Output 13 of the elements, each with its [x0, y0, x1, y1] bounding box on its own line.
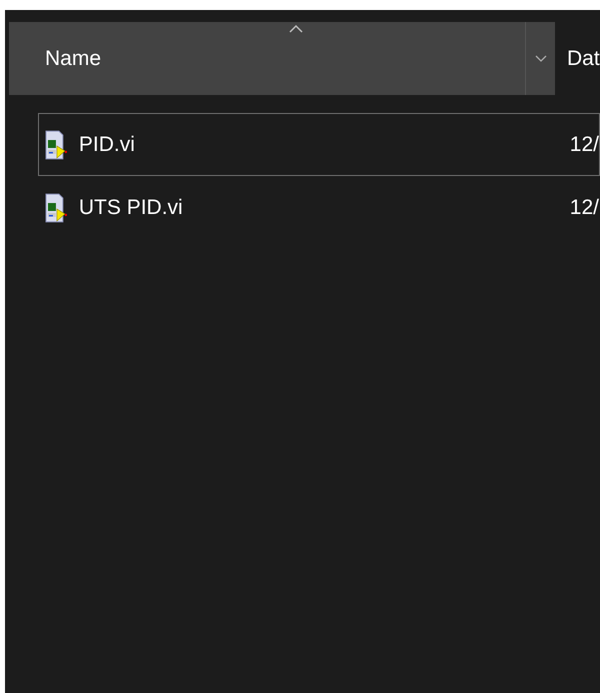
column-header-label: Name: [45, 46, 102, 72]
chevron-down-icon: [534, 54, 546, 62]
column-header[interactable]: Name: [9, 22, 525, 95]
column-header[interactable]: Dat: [567, 42, 600, 74]
file-name: PID.vi: [78, 132, 136, 158]
date-modified: 12/: [570, 194, 599, 221]
date-modified: 12/: [570, 132, 599, 158]
file-row[interactable]: UTS PID.vi 12/: [38, 176, 600, 239]
file-row[interactable]: PID.vi 12/: [38, 113, 600, 176]
file-icon: [45, 130, 67, 160]
column-dropdown-button[interactable]: [525, 22, 555, 95]
file-icon: [45, 192, 67, 222]
file-name: UTS PID.vi: [78, 194, 184, 221]
